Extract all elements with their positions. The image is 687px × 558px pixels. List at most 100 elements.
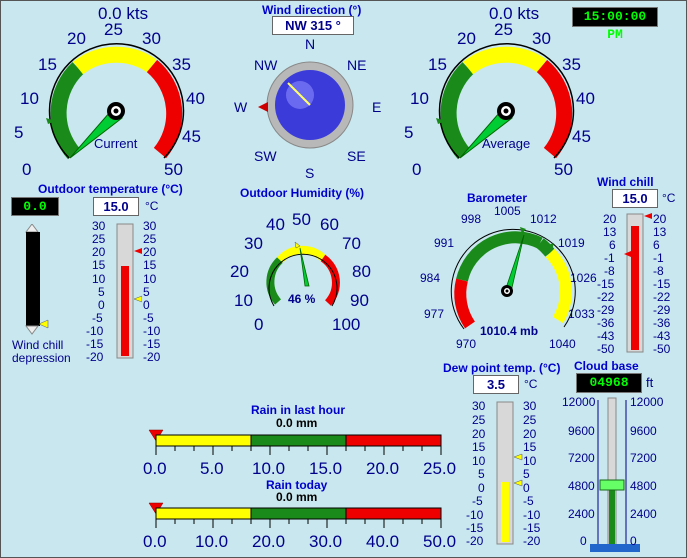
wind-chill-tick: -29 xyxy=(653,303,671,317)
wind-current-label: Current xyxy=(94,136,138,151)
cloud-base-tick: 0 xyxy=(630,534,637,548)
humidity-value: 46 % xyxy=(288,292,316,306)
outdoor-temp-tick: -20 xyxy=(143,350,161,364)
wind-chill-unit: °C xyxy=(662,191,676,205)
wind-current-tick: 20 xyxy=(67,29,86,48)
dew-point-tick: 15 xyxy=(523,440,537,454)
outdoor-temp-unit: °C xyxy=(145,199,159,213)
wind-average-tick: 5 xyxy=(404,123,414,142)
humidity-tick: 90 xyxy=(350,291,369,310)
wind-current-tick: 45 xyxy=(182,127,201,146)
outdoor-temp-tick: -15 xyxy=(143,337,161,351)
dew-point-tick: -5 xyxy=(523,494,534,508)
wind-chill-value: 15.0 xyxy=(612,189,658,208)
wind-current-tick: 35 xyxy=(172,55,191,74)
compass-w: W xyxy=(234,99,248,115)
outdoor-temp-tick: 15 xyxy=(92,258,106,272)
cloud-base-value: 04968 xyxy=(576,373,642,393)
barometer-title: Barometer xyxy=(467,191,528,205)
wind-chill-tick: -8 xyxy=(653,264,664,278)
depression-bar xyxy=(25,224,49,335)
rain-today-tick: 30.0 xyxy=(309,532,343,551)
barometer-tick: 984 xyxy=(420,271,441,285)
barometer-value: 1010.4 mb xyxy=(480,324,539,338)
outdoor-temp-tick: 0 xyxy=(143,298,150,312)
compass-nw: NW xyxy=(254,57,278,73)
dew-point-tick: -20 xyxy=(523,534,541,548)
cloud-base-slider[interactable] xyxy=(590,394,640,554)
cloud-base-tick: 2400 xyxy=(568,507,595,521)
wind-average-tick: 50 xyxy=(554,160,573,179)
cloud-base-tick: 9600 xyxy=(568,424,595,438)
outdoor-temp-tick: 20 xyxy=(143,245,157,259)
humidity-tick: 20 xyxy=(230,262,249,281)
outdoor-temp-tick: 25 xyxy=(92,232,106,246)
wind-chill-tick: -43 xyxy=(597,329,615,343)
wind-chill-tick: 6 xyxy=(609,238,616,252)
cloud-base-tick: 4800 xyxy=(568,479,595,493)
dew-point-tick: 0 xyxy=(523,481,530,495)
dew-point-tick: 0 xyxy=(478,481,485,495)
wind-chill-thermometer xyxy=(624,213,652,353)
barometer-tick: 977 xyxy=(424,307,445,321)
compass-s: S xyxy=(305,165,315,181)
wind-chill-tick: -15 xyxy=(653,277,671,291)
outdoor-temp-tick: -10 xyxy=(143,324,161,338)
rain-hour-tick: 15.0 xyxy=(309,459,343,478)
wind-average-label: Average xyxy=(482,136,531,151)
rain-hour-tick: 5.0 xyxy=(200,459,224,478)
dew-point-tick: 5 xyxy=(523,467,530,481)
outdoor-temp-tick: 10 xyxy=(92,272,106,286)
rain-today-tick: 40.0 xyxy=(366,532,400,551)
dew-point-tick: 15 xyxy=(472,440,486,454)
wind-direction-title: Wind direction (°) xyxy=(262,3,362,17)
outdoor-temp-tick: -10 xyxy=(86,324,104,338)
rain-today-tick: 20.0 xyxy=(252,532,286,551)
cloud-base-tick: 9600 xyxy=(630,424,657,438)
rain-today-bar xyxy=(148,502,442,528)
dew-point-tick: 10 xyxy=(472,454,486,468)
rain-hour-title: Rain in last hour xyxy=(251,403,346,417)
wind-chill-tick: -36 xyxy=(597,316,615,330)
wind-current-tick: 50 xyxy=(164,160,183,179)
dew-point-tick: 20 xyxy=(472,427,486,441)
cloud-base-tick: 0 xyxy=(580,534,587,548)
wind-chill-tick: -29 xyxy=(597,303,615,317)
compass-e: E xyxy=(372,99,382,115)
humidity-tick: 40 xyxy=(266,215,285,234)
outdoor-temp-tick: -15 xyxy=(86,337,104,351)
humidity-tick: 30 xyxy=(244,234,263,253)
dew-point-tick: 20 xyxy=(523,427,537,441)
wind-current-tick: 40 xyxy=(186,89,205,108)
dew-point-thermometer xyxy=(496,401,523,545)
outdoor-temp-tick: 30 xyxy=(143,219,157,233)
wind-chill-tick: 13 xyxy=(653,225,667,239)
wind-average-tick: 15 xyxy=(428,55,447,74)
cloud-base-tick: 12000 xyxy=(630,395,664,409)
rain-today-tick: 0.0 xyxy=(143,532,167,551)
outdoor-temp-tick: 20 xyxy=(92,245,106,259)
barometer-tick: 1019 xyxy=(558,236,585,250)
wind-chill-tick: -1 xyxy=(653,251,664,265)
outdoor-temp-tick: 5 xyxy=(143,285,150,299)
wind-chill-tick: 20 xyxy=(603,212,617,226)
humidity-tick: 0 xyxy=(254,315,264,334)
rain-hour-tick: 10.0 xyxy=(252,459,286,478)
outdoor-temp-title: Outdoor temperature (°C) xyxy=(38,182,183,196)
dew-point-tick: 25 xyxy=(472,413,486,427)
dew-point-tick: -15 xyxy=(466,521,484,535)
wind-chill-tick: -22 xyxy=(597,290,615,304)
wind-current-tick: 25 xyxy=(104,20,123,39)
compass-se: SE xyxy=(347,148,366,164)
wind-current-tick: 10 xyxy=(20,89,39,108)
cloud-base-tick: 12000 xyxy=(562,395,596,409)
wind-average-tick: 25 xyxy=(494,20,513,39)
wind-chill-tick: 13 xyxy=(603,225,617,239)
wind-chill-tick: -8 xyxy=(604,264,615,278)
wind-chill-depression-value: 0.0 xyxy=(11,197,59,216)
outdoor-temp-tick: -5 xyxy=(92,311,103,325)
outdoor-temp-tick: 30 xyxy=(92,219,106,233)
wind-chill-tick: -1 xyxy=(604,251,615,265)
rain-today-tick: 50.0 xyxy=(423,532,457,551)
wind-average-tick: 40 xyxy=(576,89,595,108)
